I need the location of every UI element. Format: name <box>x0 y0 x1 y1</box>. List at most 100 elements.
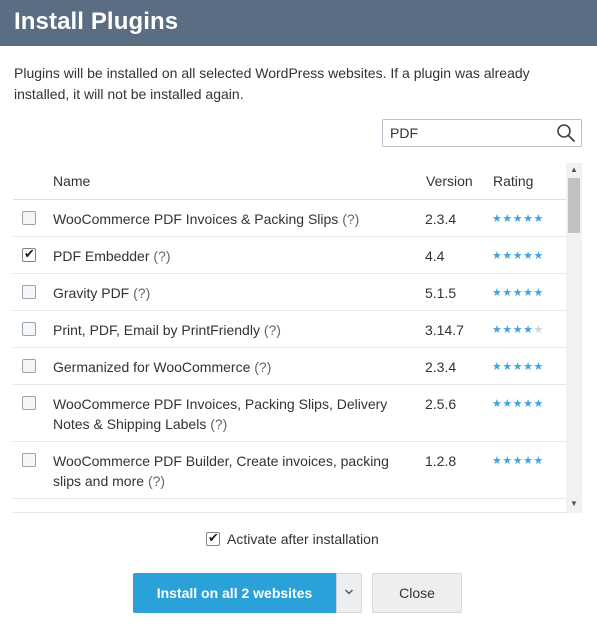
plugin-name-text: Gravity PDF <box>53 285 130 301</box>
search-input[interactable] <box>390 124 550 142</box>
plugin-version: 5.1.5 <box>425 285 457 301</box>
plugin-info-link[interactable]: (?) <box>210 416 227 432</box>
plugin-name-text: Germanized for WooCommerce <box>53 359 251 375</box>
star-icon: ★ <box>492 361 503 373</box>
star-icon: ★ <box>533 213 544 225</box>
star-icon: ★ <box>502 213 513 225</box>
plugin-info-link[interactable]: (?) <box>148 473 165 489</box>
plugin-name: WooCommerce PDF Invoices, Packing Slips,… <box>53 394 413 434</box>
checkmark-icon: ✔ <box>208 530 219 545</box>
search-icon[interactable] <box>556 123 576 143</box>
row-checkbox[interactable] <box>22 285 36 299</box>
table-row[interactable]: WooCommerce PDF Invoices & Packing Slips… <box>13 200 566 237</box>
star-icon: ★ <box>523 250 534 262</box>
plugin-name: PDF Embedder (?) <box>53 246 413 266</box>
install-options-dropdown-button[interactable] <box>336 573 362 613</box>
star-icon: ★ <box>492 324 503 336</box>
star-icon: ★ <box>523 455 534 467</box>
star-icon: ★ <box>523 361 534 373</box>
plugin-name: Gravity PDF (?) <box>53 283 413 303</box>
column-header-name[interactable]: Name <box>53 173 90 189</box>
plugin-name-text: WooCommerce PDF Builder, Create invoices… <box>53 453 389 489</box>
rating-stars: ★★★★★ <box>492 451 544 471</box>
table-row[interactable]: Print, PDF, Email by PrintFriendly (?) 3.… <box>13 311 566 348</box>
rating-stars: ★★★★★ <box>492 283 544 303</box>
star-icon: ★ <box>512 324 524 336</box>
activate-label[interactable]: Activate after installation <box>227 530 379 548</box>
star-icon: ★ <box>533 324 544 336</box>
plugin-version: 2.3.4 <box>425 211 457 227</box>
star-icon: ★ <box>492 213 503 225</box>
row-checkbox[interactable]: ✔ <box>22 246 36 262</box>
checkmark-icon: ✔ <box>24 246 35 261</box>
star-icon: ★ <box>502 324 513 336</box>
star-icon: ★ <box>523 324 534 336</box>
star-icon: ★ <box>492 398 503 410</box>
star-icon: ★ <box>512 455 524 467</box>
star-icon: ★ <box>502 361 513 373</box>
star-icon: ★ <box>512 250 524 262</box>
plugin-name-text: WooCommerce PDF Invoices & Packing Slips <box>53 211 339 227</box>
table-row[interactable]: Gravity PDF (?) 5.1.5 ★★★★★ <box>13 274 566 311</box>
dialog-title-bar: Install Plugins <box>0 0 597 46</box>
star-icon: ★ <box>533 250 544 262</box>
plugin-name-text: Print, PDF, Email by PrintFriendly <box>53 322 260 338</box>
row-checkbox[interactable] <box>22 322 36 336</box>
plugin-version: 2.5.6 <box>425 396 457 412</box>
plugin-info-link[interactable]: (?) <box>153 248 170 264</box>
star-icon: ★ <box>492 250 503 262</box>
plugin-name: WooCommerce PDF Invoices & Packing Slips… <box>53 209 413 229</box>
rating-stars: ★★★★★ <box>492 320 544 340</box>
star-icon: ★ <box>512 287 524 299</box>
rating-stars: ★★★★★ <box>492 357 544 377</box>
dialog-title: Install Plugins <box>14 8 179 35</box>
table-row[interactable]: Germanized for WooCommerce (?) 2.3.4 ★★★★★ <box>13 348 566 385</box>
table-scrollbar[interactable]: ▲ ▼ <box>566 163 582 513</box>
star-icon: ★ <box>523 398 534 410</box>
row-checkbox[interactable] <box>22 359 36 373</box>
row-checkbox[interactable] <box>22 211 36 225</box>
plugin-info-link[interactable]: (?) <box>264 322 281 338</box>
star-icon: ★ <box>492 287 503 299</box>
close-button[interactable]: Close <box>372 573 462 613</box>
plugin-info-link[interactable]: (?) <box>342 211 359 227</box>
rating-stars: ★★★★★ <box>492 246 544 266</box>
plugin-name: Germanized for WooCommerce (?) <box>53 357 413 377</box>
column-header-rating[interactable]: Rating <box>493 173 533 189</box>
plugin-version: 1.2.8 <box>425 453 457 469</box>
table-header: Name Version Rating <box>13 163 566 200</box>
star-icon: ★ <box>523 213 534 225</box>
activate-checkbox[interactable]: ✔ <box>206 530 220 546</box>
rating-stars: ★★★★★ <box>492 209 544 229</box>
install-button[interactable]: Install on all 2 websites <box>133 573 336 613</box>
scroll-down-arrow-icon[interactable]: ▼ <box>570 499 578 508</box>
search-box[interactable] <box>382 119 582 147</box>
table-row[interactable]: WooCommerce PDF Invoices, Packing Slips,… <box>13 385 566 442</box>
star-icon: ★ <box>523 287 534 299</box>
star-icon: ★ <box>512 398 524 410</box>
chevron-down-icon <box>345 589 353 595</box>
star-icon: ★ <box>502 250 513 262</box>
table-row[interactable]: WooCommerce PDF Builder, Create invoices… <box>13 442 566 499</box>
plugin-name: WooCommerce PDF Builder, Create invoices… <box>53 451 413 491</box>
row-checkbox[interactable] <box>22 453 36 467</box>
plugins-table: Name Version Rating WooCommerce PDF Invo… <box>13 163 582 513</box>
scroll-thumb[interactable] <box>568 178 580 233</box>
star-icon: ★ <box>512 213 524 225</box>
star-icon: ★ <box>533 361 544 373</box>
rating-stars: ★★★★★ <box>492 394 544 414</box>
scroll-up-arrow-icon[interactable]: ▲ <box>570 165 578 174</box>
star-icon: ★ <box>502 455 513 467</box>
star-icon: ★ <box>533 398 544 410</box>
plugin-info-link[interactable]: (?) <box>133 285 150 301</box>
star-icon: ★ <box>533 287 544 299</box>
plugin-info-link[interactable]: (?) <box>254 359 271 375</box>
column-header-version[interactable]: Version <box>426 173 473 189</box>
plugin-version: 3.14.7 <box>425 322 464 338</box>
row-checkbox[interactable] <box>22 396 36 410</box>
plugin-name-text: PDF Embedder <box>53 248 150 264</box>
table-row[interactable]: ✔ PDF Embedder (?) 4.4 ★★★★★ <box>13 237 566 274</box>
star-icon: ★ <box>533 455 544 467</box>
plugin-version: 4.4 <box>425 248 445 264</box>
dialog-description: Plugins will be installed on all selecte… <box>14 65 530 102</box>
